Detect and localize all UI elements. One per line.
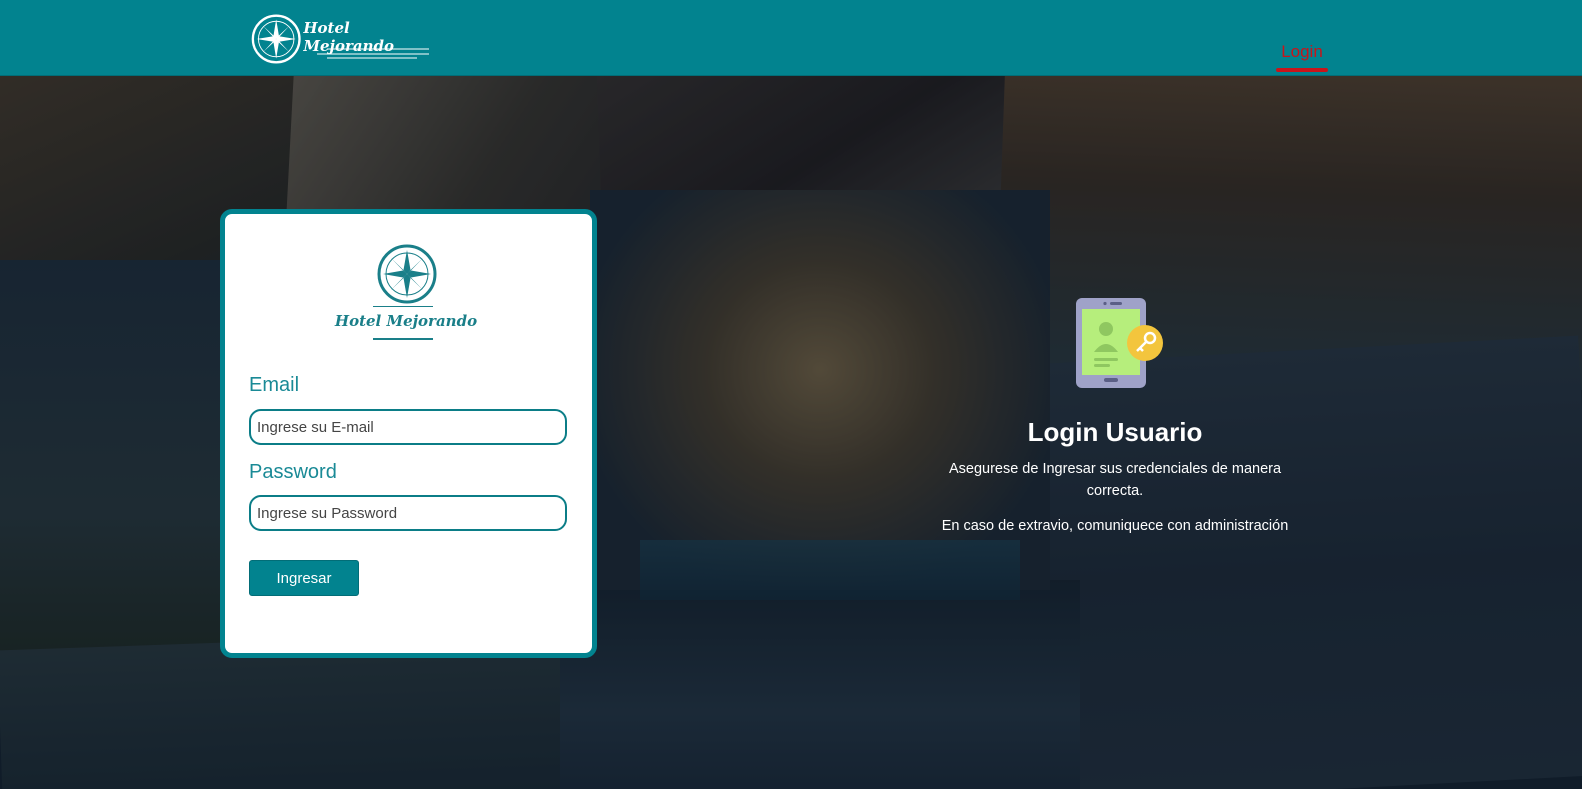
- ingresar-button[interactable]: Ingresar: [249, 560, 359, 596]
- top-navbar: Hotel Mejorando Login: [0, 0, 1582, 76]
- nav-login-link[interactable]: Login: [1276, 42, 1328, 62]
- card-logo-text: Hotel Mejorando: [334, 312, 478, 330]
- brand-logo-link[interactable]: Hotel Mejorando: [251, 11, 436, 67]
- brand-underline-decoration: [317, 48, 429, 59]
- password-field[interactable]: [249, 495, 567, 531]
- compass-icon: [377, 244, 437, 304]
- nav-active-indicator: [1276, 68, 1328, 72]
- tablet-user-key-icon: [1076, 298, 1163, 388]
- email-label: Email: [249, 374, 300, 396]
- info-recovery-note: En caso de extravio, comuniquece con adm…: [941, 518, 1289, 534]
- info-title: Login Usuario: [1027, 417, 1203, 447]
- email-field[interactable]: [249, 409, 567, 445]
- logo-rule-top: [373, 306, 433, 307]
- compass-icon: [251, 14, 301, 64]
- login-card: Hotel Mejorando Email Password Ingresar: [220, 209, 597, 658]
- card-logo: Hotel Mejorando: [331, 244, 481, 344]
- info-instructions: Asegurese de Ingresar sus credenciales d…: [948, 461, 1282, 499]
- logo-rule-bottom: [373, 338, 433, 340]
- password-label: Password: [249, 461, 337, 483]
